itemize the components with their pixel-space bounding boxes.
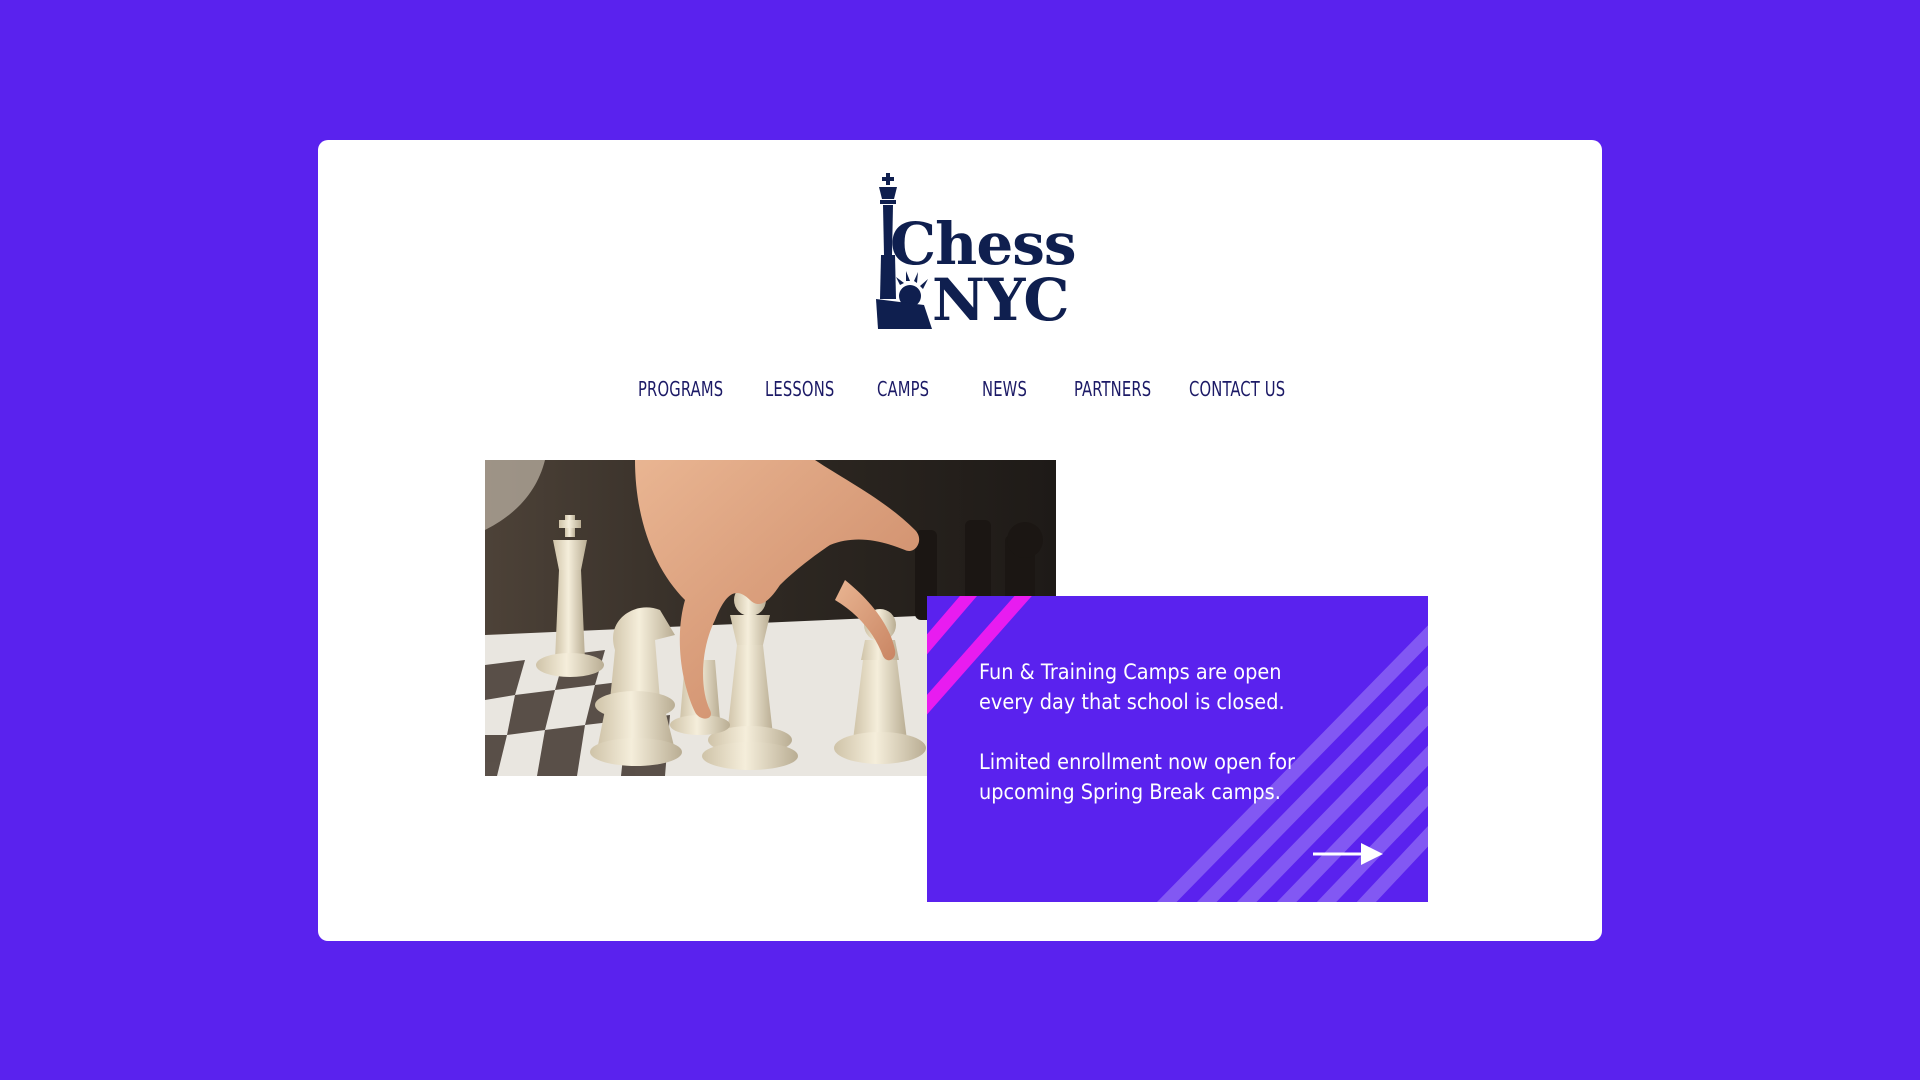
promo-paragraph-2: Limited enrollment now open for upcoming… (979, 750, 1295, 804)
main-nav: PROGRAMS LESSONS CAMPS NEWS PARTNERS CON… (318, 377, 1602, 417)
promo-paragraph-1: Fun & Training Camps are open every day … (979, 660, 1285, 714)
arrow-right-icon[interactable] (1313, 840, 1385, 868)
logo-word-nyc: NYC (932, 266, 1070, 334)
logo-word-chess: Chess (890, 210, 1077, 278)
main-card: Chess NYC PROGRAMS LESSONS CAMPS NEWS PA… (318, 140, 1602, 941)
nav-contact-us[interactable]: CONTACT US (1189, 377, 1285, 401)
camps-promo-panel[interactable]: Fun & Training Camps are open every day … (927, 596, 1428, 902)
nav-news[interactable]: NEWS (982, 377, 1027, 401)
nav-partners[interactable]: PARTNERS (1074, 377, 1151, 401)
chess-nyc-logo[interactable]: Chess NYC (866, 173, 1077, 334)
nav-lessons[interactable]: LESSONS (765, 377, 834, 401)
nav-programs[interactable]: PROGRAMS (638, 377, 723, 401)
nav-camps[interactable]: CAMPS (877, 377, 929, 401)
promo-text: Fun & Training Camps are open every day … (979, 657, 1310, 837)
